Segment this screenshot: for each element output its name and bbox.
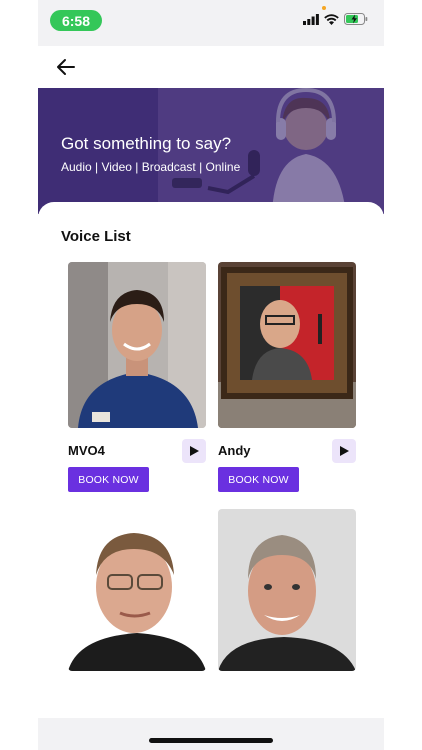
home-bar [38, 718, 384, 750]
voice-list-title: Voice List [61, 228, 131, 245]
privacy-indicator-dot [322, 6, 326, 10]
book-now-button[interactable]: BOOK NOW [68, 467, 149, 492]
voice-photo[interactable] [68, 509, 206, 671]
voice-name: Andy [218, 443, 251, 458]
book-now-button[interactable]: BOOK NOW [218, 467, 299, 492]
hero-banner: Got something to say? Audio | Video | Br… [38, 88, 384, 214]
arrow-left-icon[interactable] [56, 58, 76, 76]
voice-name: MVO4 [68, 443, 105, 458]
app-bar [38, 46, 384, 88]
play-icon [340, 446, 349, 456]
voice-name-row: Andy [218, 439, 356, 463]
voice-card[interactable]: Andy BOOK NOW [218, 262, 356, 492]
status-icons [303, 13, 368, 25]
voice-photo[interactable] [68, 262, 206, 428]
wifi-icon [324, 13, 339, 25]
play-button[interactable] [332, 439, 356, 463]
voice-photo[interactable] [218, 262, 356, 428]
voice-photo[interactable] [218, 509, 356, 671]
hero-subtitle: Audio | Video | Broadcast | Online [61, 160, 241, 174]
home-indicator[interactable] [149, 738, 273, 743]
voice-card[interactable] [68, 509, 206, 671]
battery-charging-icon [344, 13, 368, 25]
voice-card[interactable] [218, 509, 356, 671]
play-button[interactable] [182, 439, 206, 463]
status-bar: 6:58 [38, 0, 384, 46]
status-time: 6:58 [50, 10, 102, 31]
play-icon [190, 446, 199, 456]
app-screen: 6:58 Got something to say? Audio | Video… [38, 0, 384, 750]
signal-icon [303, 13, 319, 25]
hero-title: Got something to say? [61, 134, 232, 153]
voice-card[interactable]: MVO4 BOOK NOW [68, 262, 206, 492]
voice-list-sheet: Voice List MVO4 BOOK NOW Andy BOOK NOW [38, 202, 384, 720]
screen-frame: 6:58 Got something to say? Audio | Video… [0, 0, 422, 750]
voice-name-row: MVO4 [68, 439, 206, 463]
